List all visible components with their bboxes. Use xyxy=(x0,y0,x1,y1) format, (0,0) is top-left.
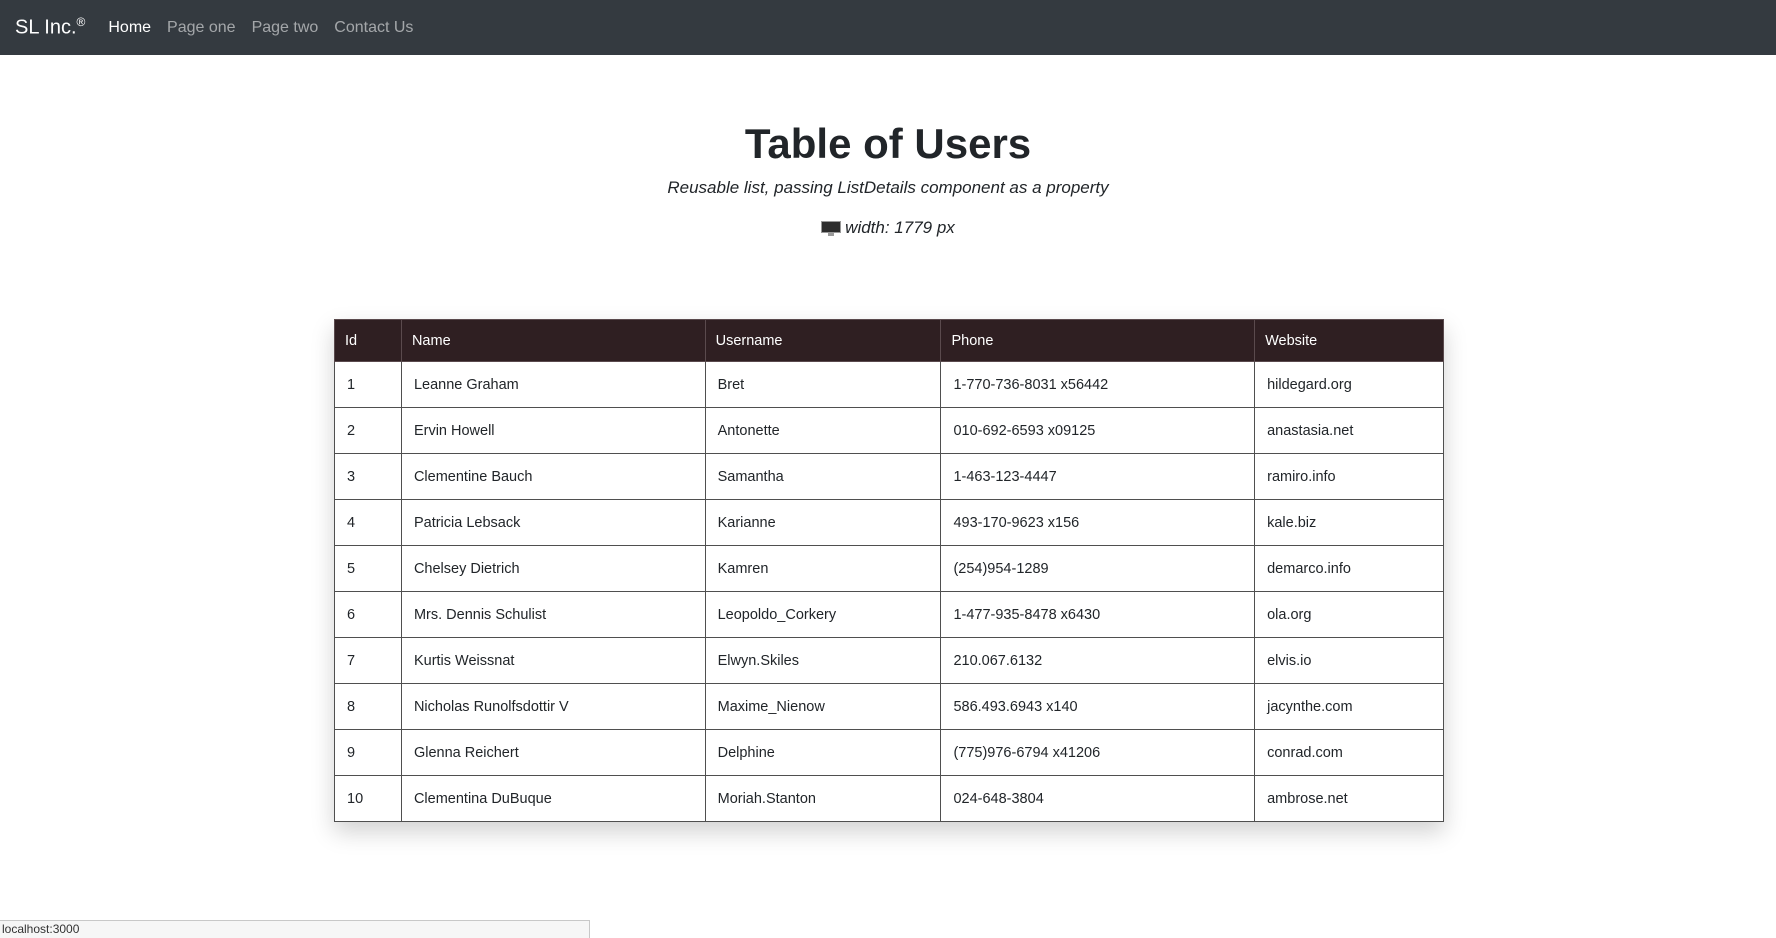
table-row: 2 Ervin Howell Antonette 010-692-6593 x0… xyxy=(334,407,1444,454)
table-header-row: Id Name Username Phone Website xyxy=(334,319,1444,362)
cell-phone: 1-770-736-8031 x56442 xyxy=(940,361,1256,408)
cell-phone: 210.067.6132 xyxy=(940,637,1256,684)
cell-phone: 586.493.6943 x140 xyxy=(940,683,1256,730)
column-header-id: Id xyxy=(334,319,402,362)
table-row: 9 Glenna Reichert Delphine (775)976-6794… xyxy=(334,729,1444,776)
cell-username: Antonette xyxy=(704,407,942,454)
cell-website: jacynthe.com xyxy=(1254,683,1444,730)
brand-name: SL Inc. xyxy=(15,16,77,39)
cell-phone: 493-170-9623 x156 xyxy=(940,499,1256,546)
table-row: 7 Kurtis Weissnat Elwyn.Skiles 210.067.6… xyxy=(334,637,1444,684)
cell-username: Samantha xyxy=(704,453,942,500)
cell-phone: 1-463-123-4447 xyxy=(940,453,1256,500)
cell-website: ambrose.net xyxy=(1254,775,1444,822)
cell-id: 6 xyxy=(334,591,402,638)
cell-website: conrad.com xyxy=(1254,729,1444,776)
cell-name: Mrs. Dennis Schulist xyxy=(400,591,706,638)
width-text: width: 1779 px xyxy=(845,218,955,238)
cell-id: 7 xyxy=(334,637,402,684)
table-row: 8 Nicholas Runolfsdottir V Maxime_Nienow… xyxy=(334,683,1444,730)
table-row: 3 Clementine Bauch Samantha 1-463-123-44… xyxy=(334,453,1444,500)
cell-name: Ervin Howell xyxy=(400,407,706,454)
cell-name: Glenna Reichert xyxy=(400,729,706,776)
users-table: Id Name Username Phone Website 1 Leanne … xyxy=(334,319,1444,822)
cell-phone: 024-648-3804 xyxy=(940,775,1256,822)
brand-link[interactable]: SL Inc.® xyxy=(15,15,85,40)
column-header-name: Name xyxy=(400,319,706,362)
cell-phone: 1-477-935-8478 x6430 xyxy=(940,591,1256,638)
cell-website: ola.org xyxy=(1254,591,1444,638)
monitor-icon xyxy=(821,220,842,237)
cell-name: Nicholas Runolfsdottir V xyxy=(400,683,706,730)
nav-link-contact-us[interactable]: Contact Us xyxy=(334,19,413,37)
cell-name: Clementina DuBuque xyxy=(400,775,706,822)
cell-name: Patricia Lebsack xyxy=(400,499,706,546)
nav-link-page-two[interactable]: Page two xyxy=(252,19,319,37)
cell-website: demarco.info xyxy=(1254,545,1444,592)
page-title: Table of Users xyxy=(744,120,1032,167)
cell-id: 4 xyxy=(334,499,402,546)
cell-id: 3 xyxy=(334,453,402,500)
cell-username: Bret xyxy=(704,361,942,408)
cell-phone: 010-692-6593 x09125 xyxy=(940,407,1256,454)
cell-username: Maxime_Nienow xyxy=(704,683,942,730)
cell-username: Leopoldo_Corkery xyxy=(704,591,942,638)
cell-id: 10 xyxy=(334,775,402,822)
cell-username: Moriah.Stanton xyxy=(704,775,942,822)
table-row: 10 Clementina DuBuque Moriah.Stanton 024… xyxy=(334,775,1444,822)
column-header-phone: Phone xyxy=(940,319,1256,362)
cell-website: ramiro.info xyxy=(1254,453,1444,500)
cell-name: Leanne Graham xyxy=(400,361,706,408)
table-row: 4 Patricia Lebsack Karianne 493-170-9623… xyxy=(334,499,1444,546)
width-indicator: width: 1779 px xyxy=(0,218,1776,238)
cell-id: 5 xyxy=(334,545,402,592)
column-header-website: Website xyxy=(1254,319,1444,362)
page-header: Table of Users Reusable list, passing Li… xyxy=(0,119,1776,238)
cell-id: 1 xyxy=(334,361,402,408)
cell-id: 9 xyxy=(334,729,402,776)
cell-website: kale.biz xyxy=(1254,499,1444,546)
browser-status-bar: localhost:3000 xyxy=(0,920,590,938)
cell-username: Kamren xyxy=(704,545,942,592)
cell-id: 2 xyxy=(334,407,402,454)
cell-id: 8 xyxy=(334,683,402,730)
table-row: 1 Leanne Graham Bret 1-770-736-8031 x564… xyxy=(334,361,1444,408)
nav-link-home[interactable]: Home xyxy=(108,19,151,37)
registered-mark: ® xyxy=(76,15,86,30)
cell-name: Chelsey Dietrich xyxy=(400,545,706,592)
cell-website: anastasia.net xyxy=(1254,407,1444,454)
cell-phone: (254)954-1289 xyxy=(940,545,1256,592)
nav-link-page-one[interactable]: Page one xyxy=(167,19,236,37)
table-row: 5 Chelsey Dietrich Kamren (254)954-1289 … xyxy=(334,545,1444,592)
navbar: SL Inc.® Home Page one Page two Contact … xyxy=(0,0,1776,55)
cell-username: Karianne xyxy=(704,499,942,546)
cell-username: Delphine xyxy=(704,729,942,776)
cell-website: hildegard.org xyxy=(1254,361,1444,408)
table-row: 6 Mrs. Dennis Schulist Leopoldo_Corkery … xyxy=(334,591,1444,638)
page-subtitle: Reusable list, passing ListDetails compo… xyxy=(667,178,1109,198)
cell-name: Kurtis Weissnat xyxy=(400,637,706,684)
users-table-container: Id Name Username Phone Website 1 Leanne … xyxy=(334,319,1444,822)
cell-phone: (775)976-6794 x41206 xyxy=(940,729,1256,776)
cell-name: Clementine Bauch xyxy=(400,453,706,500)
cell-website: elvis.io xyxy=(1254,637,1444,684)
cell-username: Elwyn.Skiles xyxy=(704,637,942,684)
column-header-username: Username xyxy=(704,319,942,362)
